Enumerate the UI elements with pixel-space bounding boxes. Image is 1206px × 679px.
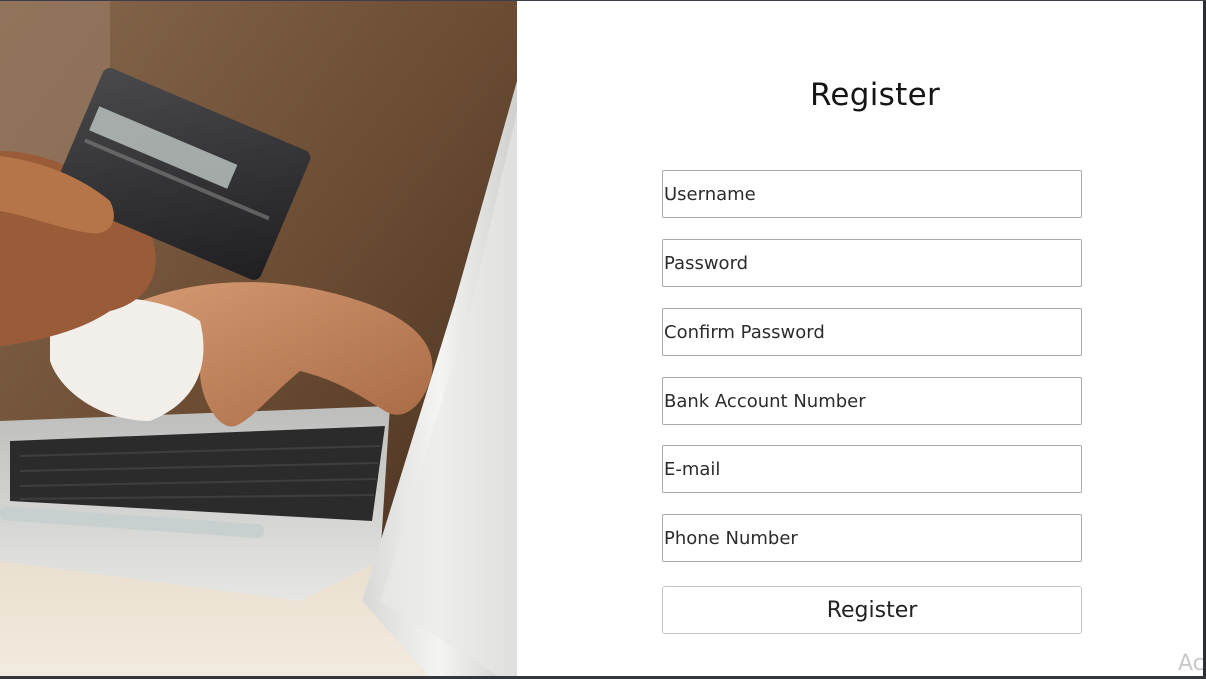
bank-account-input[interactable] — [662, 377, 1082, 425]
register-button[interactable]: Register — [662, 586, 1082, 634]
email-input[interactable] — [662, 445, 1082, 493]
page-title: Register — [809, 77, 941, 113]
username-input[interactable] — [662, 170, 1082, 218]
confirm-password-input[interactable] — [662, 308, 1082, 356]
password-input[interactable] — [662, 239, 1082, 287]
hero-photo — [0, 1, 517, 676]
phone-input[interactable] — [662, 514, 1082, 562]
register-window: Register Register Ac — [0, 0, 1206, 679]
activation-watermark: Ac — [1178, 651, 1205, 676]
register-form: Register Register — [517, 1, 1203, 676]
laptop-card-illustration — [0, 1, 517, 676]
